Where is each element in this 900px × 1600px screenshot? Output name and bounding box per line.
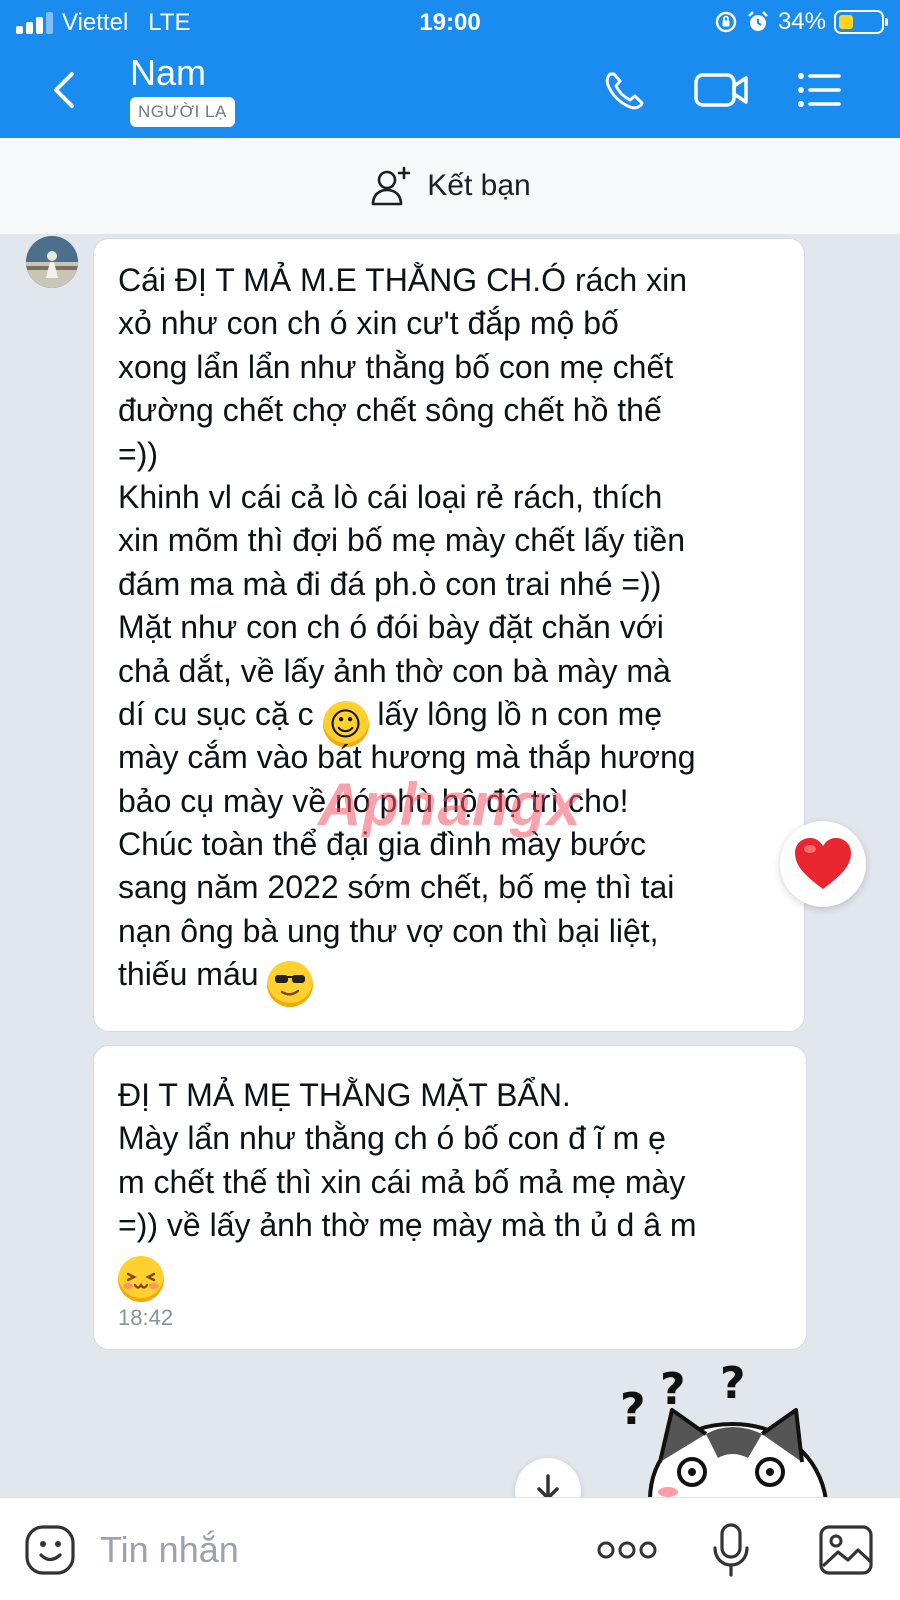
contact-name[interactable]: Nam <box>130 52 206 94</box>
message-line: nạn ông bà ung thư vợ con thì bại liệt, <box>118 912 659 949</box>
rotation-lock-icon <box>715 11 737 33</box>
message-composer <box>0 1497 900 1600</box>
avatar[interactable] <box>26 236 78 288</box>
microphone-icon[interactable] <box>710 1522 752 1578</box>
reaction-button[interactable] <box>780 821 866 907</box>
video-call-icon[interactable] <box>693 66 749 114</box>
message-text: thiếu máu <box>118 956 268 993</box>
battery-icon <box>834 10 888 34</box>
message-line: xin mõm thì đợi bố mẹ mày chết lấy tiền <box>118 522 685 559</box>
message-line: sang năm 2022 sớm chết, bố mẹ thì tai <box>118 869 675 906</box>
add-friend-icon <box>371 166 411 206</box>
message-line: Khinh vl cái cả lò cái loại rẻ rách, thí… <box>118 478 663 515</box>
top-bar: Viettel LTE 19:00 34% Nam NGƯỜI LẠ <box>0 0 900 138</box>
message-line: đám ma mà đi đá ph.ò con trai nhé =)) <box>118 565 662 602</box>
message-line: Mày lẩn như thằng ch ó bố con đ ĩ m ẹ <box>118 1120 666 1157</box>
battery-percent: 34% <box>777 8 826 35</box>
blushing-smile-emoji <box>118 1255 164 1302</box>
phone-icon[interactable] <box>600 66 650 114</box>
alarm-icon <box>748 11 768 31</box>
message-line: dí cu sục cặ c ☺ lấy lông lồ n con mẹ <box>118 693 780 747</box>
message-timestamp: 18:42 <box>118 1304 174 1330</box>
confused-husky-sticker[interactable]: ? ? ? <box>620 1362 870 1500</box>
message-line: ĐỊ T MẢ MẸ THẰNG MẶT BẨN. <box>118 1077 571 1113</box>
message-line: =)) về lấy ảnh thờ mẹ mày mà th ủ d â m <box>118 1207 697 1244</box>
heart-icon <box>795 838 851 889</box>
more-icon[interactable] <box>597 1522 657 1578</box>
message-input[interactable] <box>100 1523 560 1577</box>
status-bar: Viettel LTE 19:00 34% <box>0 0 900 44</box>
add-friend-button[interactable]: Kết bạn <box>0 138 900 234</box>
watermark: Aphangx <box>318 771 582 838</box>
svg-text:?: ? <box>620 1384 646 1435</box>
back-icon[interactable] <box>44 66 84 114</box>
message-line: m chết thế thì xin cái mả bố mả mẹ mày <box>118 1163 686 1200</box>
message-line: xỏ như con ch ó xin cư't đắp mộ bố <box>118 305 619 342</box>
message-bubble[interactable]: Cái ĐỊ T MẢ M.E THẰNG CH.Ó rách xin xỏ n… <box>93 238 805 1032</box>
battery-level <box>839 15 853 29</box>
status-icons: 34% <box>714 8 888 36</box>
svg-text:?: ? <box>660 1364 686 1415</box>
sunglasses-face-emoji <box>267 961 314 1008</box>
message-line: xong lẩn lẩn như thằng bố con mẹ chết <box>118 348 674 385</box>
message-line <box>118 1248 782 1302</box>
message-line: =)) <box>118 435 158 472</box>
message-line: Cái ĐỊ T MẢ M.E THẰNG CH.Ó rách xin <box>118 262 687 298</box>
add-friend-label: Kết bạn <box>427 169 531 202</box>
message-line: thiếu máu <box>118 953 780 1008</box>
svg-text:?: ? <box>720 1362 746 1409</box>
message-line: Mặt như con ch ó đói bày đặt chăn với <box>118 609 664 646</box>
image-icon[interactable] <box>818 1522 874 1578</box>
emoji-icon[interactable] <box>24 1522 78 1578</box>
message-line: đường chết chợ chết sông chết hồ thế <box>118 392 662 429</box>
message-text: lấy lông lồ n con mẹ <box>368 695 663 732</box>
message-bubble[interactable]: ĐỊ T MẢ MẸ THẰNG MẶT BẨN. Mày lẩn như th… <box>93 1045 807 1350</box>
menu-icon[interactable] <box>795 66 843 114</box>
message-text: dí cu sục cặ c <box>118 695 323 732</box>
message-line: chả dắt, về lấy ảnh thờ con bà mày mà <box>118 652 671 689</box>
stranger-badge: NGƯỜI LẠ <box>130 97 235 127</box>
